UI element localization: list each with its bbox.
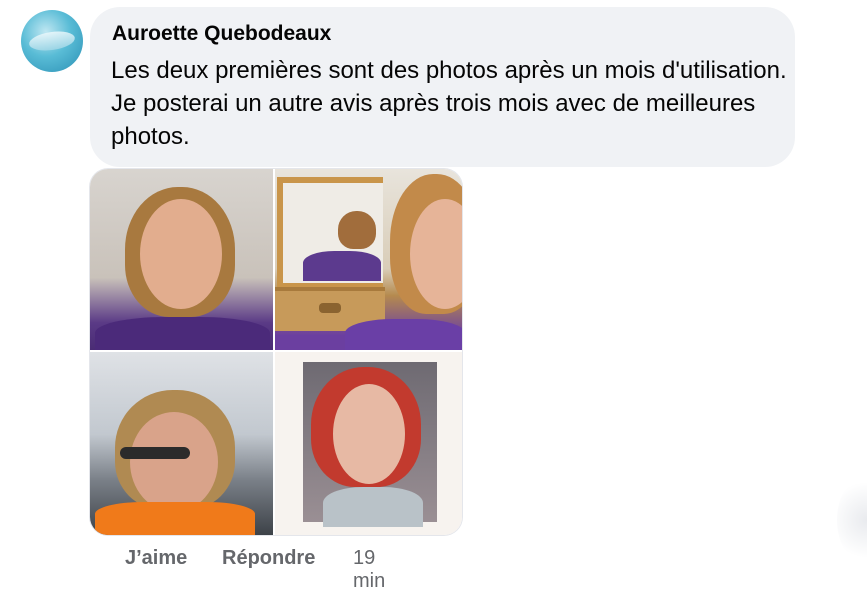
comment-photo[interactable]	[90, 169, 462, 535]
orange-vest	[95, 502, 255, 535]
avatar-fish-image	[27, 28, 77, 54]
edge-glow	[837, 475, 867, 565]
photo-tile-4	[275, 352, 462, 535]
photo-tile-3	[90, 352, 273, 535]
like-button[interactable]: J’aime	[125, 547, 187, 570]
photo-tile-1	[90, 169, 273, 350]
timestamp[interactable]: 19 min	[353, 547, 385, 593]
photo-tile-2	[275, 169, 462, 350]
portrait-background	[303, 362, 437, 527]
comment: Auroette Quebodeaux Les deux premières s…	[0, 0, 867, 592]
avatar[interactable]	[21, 10, 83, 72]
mirror-frame	[277, 177, 383, 289]
reply-button[interactable]: Répondre	[222, 547, 315, 570]
comment-author[interactable]: Auroette Quebodeaux	[112, 22, 331, 46]
comment-text: Les deux premières sont des photos après…	[111, 57, 787, 150]
sunglasses	[120, 447, 190, 459]
